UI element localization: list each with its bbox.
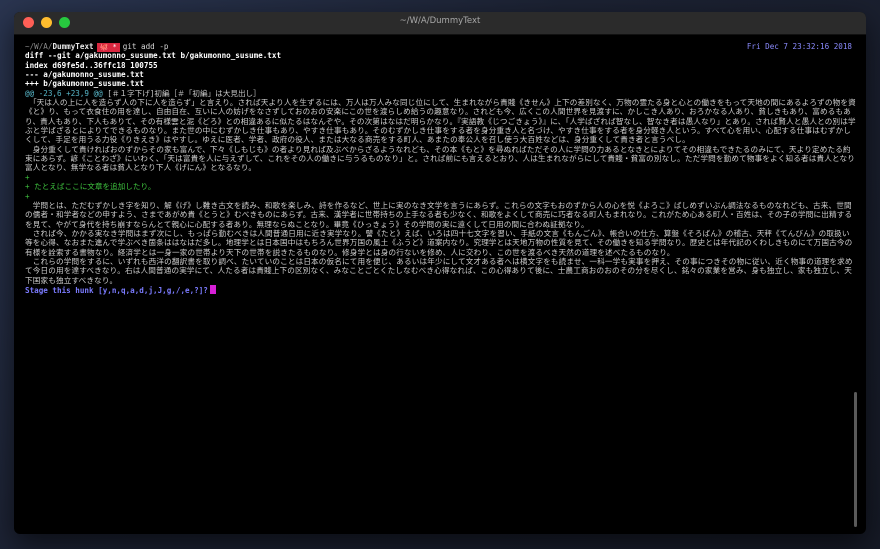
context-paragraph-4: されば今、かかる実なき学問はまず次にし、もっぱら勤むべきは人間普通日用に近き実学… (25, 228, 853, 257)
scrollbar[interactable] (854, 392, 857, 527)
diff-old-file: --- a/gakumonno_susume.txt (25, 70, 144, 80)
hunk-context: [＃１字下げ]初編［＃「初編」は大見出し］ (102, 88, 261, 98)
text-cursor (209, 284, 216, 294)
context-paragraph-3: 学問とは、ただむずかしき字を知り、解《げ》し難き古文を読み、和歌を楽しみ、詩を作… (25, 200, 853, 229)
diff-header: diff --git a/gakumonno_susume.txt b/gaku… (25, 51, 282, 61)
added-line-blank: + (25, 172, 30, 182)
terminal-window: ~/W/A/DummyText Fri Dec 7 23:32:16 2018 … (14, 12, 866, 534)
prompt-command: git add -p (122, 42, 169, 51)
prompt-line: ~/W/A/DummyText 🐙 * git add -p (25, 42, 856, 52)
added-line-blank: + (25, 191, 30, 201)
stage-prompt: Stage this hunk [y,n,q,a,d,j,J,g,/,e,?]? (25, 285, 208, 295)
hunk-range: @@ -23,6 +23,9 @@ (25, 88, 103, 98)
context-paragraph-2: 身分重くして貴ければおのずからその家も富んで、下々《しもじも》の者より見れば及ぶ… (25, 144, 856, 173)
stage-prompt-line[interactable]: Stage this hunk [y,n,q,a,d,j,J,g,/,e,?]? (25, 284, 856, 295)
context-paragraph-1: 「天は人の上に人を造らず人の下に人を造らず」と言えり。されば天より人を生ずるには… (25, 98, 856, 145)
added-line: + たとえばここに文章を追加したり。 (25, 182, 156, 192)
diff-new-file: +++ b/gakumonno_susume.txt (25, 79, 144, 89)
title-bar: ~/W/A/DummyText (14, 12, 866, 35)
context-paragraph-5: これらの学問をするに、いずれも西洋の翻訳書を取り調べ、たいていのことは日本の仮名… (25, 256, 853, 285)
window-title: ~/W/A/DummyText (399, 16, 481, 26)
prompt-datetime: Fri Dec 7 23:32:16 2018 (746, 42, 852, 51)
hunk-header: @@ -23,6 +23,9 @@ [＃１字下げ]初編［＃「初編」は大見出し］ (25, 89, 856, 98)
prompt-dir: DummyText (52, 42, 94, 51)
terminal-content[interactable]: Fri Dec 7 23:32:16 2018 ~/W/A/DummyText 🐙… (14, 35, 866, 534)
diff-index: index d69fe5d..36ffc18 100755 (25, 60, 158, 70)
prompt-path: ~/W/A/ (25, 42, 53, 51)
